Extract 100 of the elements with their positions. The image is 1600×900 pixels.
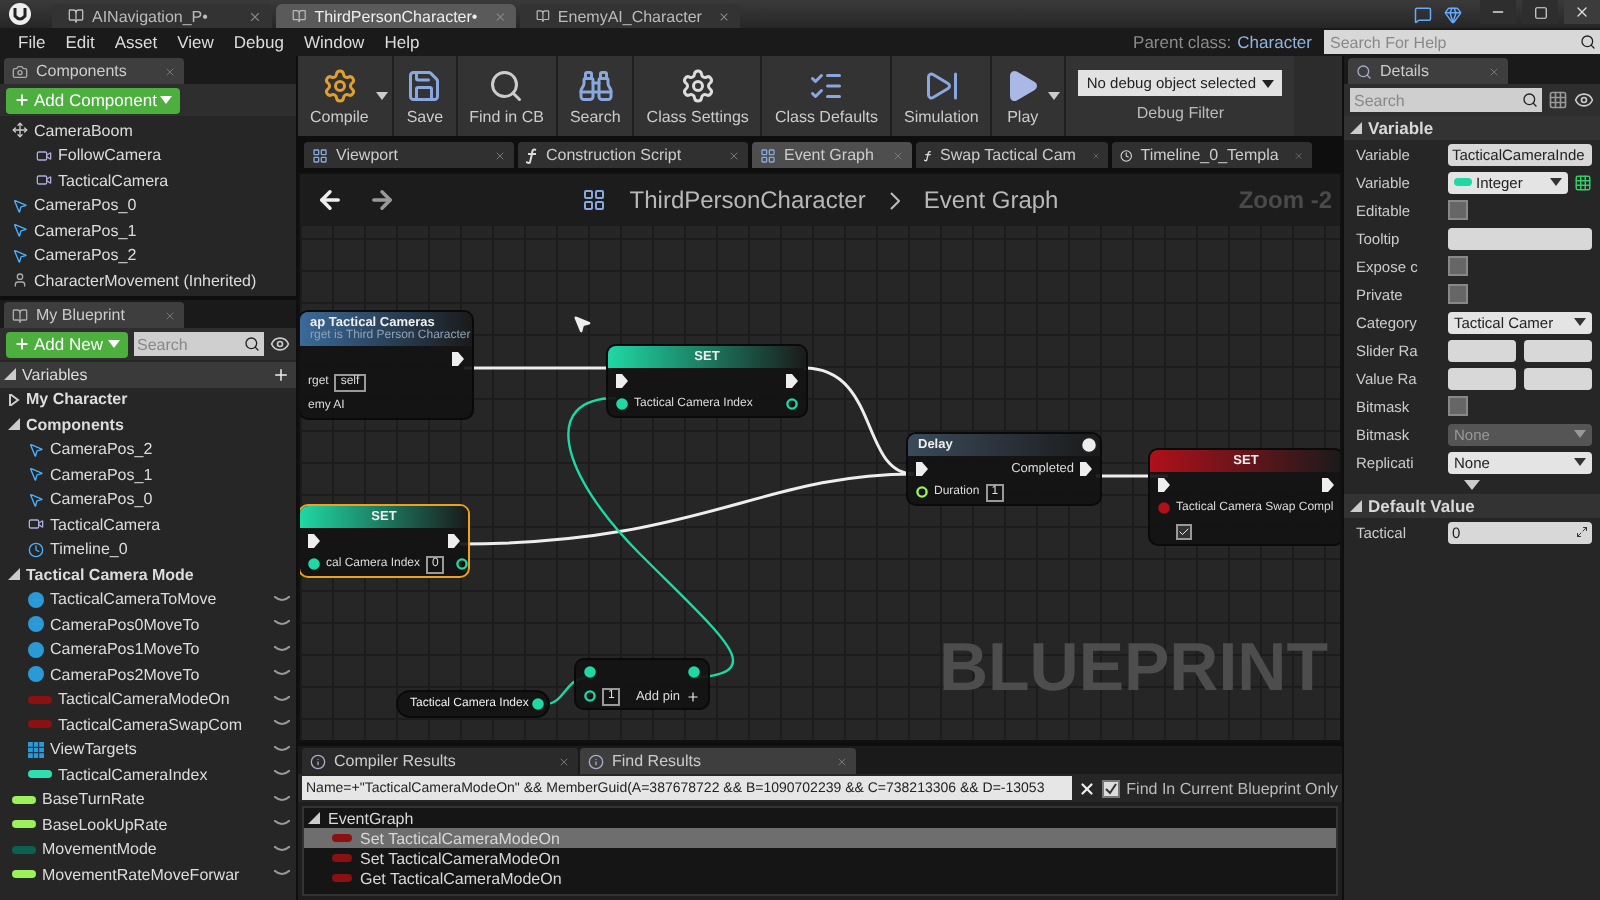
menu-item[interactable]: Debug: [223, 32, 294, 52]
max-field[interactable]: [1524, 367, 1592, 389]
eye-icon[interactable]: [270, 334, 290, 354]
variable-item[interactable]: ViewTargets: [0, 737, 296, 762]
panel-tab[interactable]: Compiler Results: [302, 748, 578, 774]
minimize-button[interactable]: [1480, 0, 1516, 24]
checkbox[interactable]: [1102, 779, 1121, 797]
help-search-field[interactable]: Search For Help: [1324, 30, 1600, 54]
checkbox[interactable]: [1448, 284, 1468, 304]
component-item[interactable]: CameraPos_2: [0, 243, 296, 268]
collapse-triangle-icon[interactable]: [308, 812, 320, 824]
menu-item[interactable]: Help: [374, 32, 430, 52]
variable-item[interactable]: TacticalCameraSwapCom: [0, 712, 296, 737]
menu-item[interactable]: View: [167, 32, 224, 52]
panel-tab[interactable]: Find Results: [580, 748, 856, 774]
collapse-triangle-icon[interactable]: [1350, 500, 1362, 512]
editor-tab[interactable]: Event Graph: [752, 142, 912, 168]
section-header[interactable]: Variable: [1344, 116, 1600, 140]
editor-tab[interactable]: Swap Tactical Cam: [916, 142, 1108, 168]
component-item[interactable]: CameraBoom: [0, 118, 296, 143]
menu-item[interactable]: Edit: [55, 32, 105, 52]
min-field[interactable]: [1448, 367, 1516, 389]
text-field[interactable]: [1448, 227, 1592, 249]
checkbox[interactable]: [1176, 524, 1192, 540]
close-icon[interactable]: [728, 149, 740, 161]
close-icon[interactable]: [1488, 65, 1500, 77]
menu-item[interactable]: File: [8, 32, 56, 52]
variable-item[interactable]: CameraPos1MoveTo: [0, 637, 296, 662]
breadcrumb-item[interactable]: ThirdPersonCharacter: [629, 186, 866, 214]
variable-item[interactable]: CameraPos0MoveTo: [0, 612, 296, 637]
close-icon[interactable]: [836, 755, 848, 767]
close-button[interactable]: [1564, 0, 1600, 24]
parent-class-link[interactable]: Character: [1237, 32, 1312, 52]
variable-item[interactable]: MovementRateMoveForwar: [0, 862, 296, 887]
max-field[interactable]: [1524, 339, 1592, 361]
component-item[interactable]: TacticalCamera: [0, 512, 296, 537]
collapse-triangle-icon[interactable]: [1350, 122, 1362, 134]
close-icon[interactable]: [248, 9, 262, 23]
section-header[interactable]: Default Value: [1344, 494, 1600, 518]
search-field[interactable]: Search: [1350, 88, 1542, 112]
gem-icon[interactable]: [1444, 5, 1462, 23]
result-item[interactable]: Get TacticalCameraModeOn: [304, 868, 1336, 888]
clear-icon[interactable]: [1078, 779, 1097, 797]
search-field[interactable]: Search: [133, 332, 264, 356]
editor-tab[interactable]: Construction Script: [518, 142, 748, 168]
component-item[interactable]: CharacterMovement (Inherited): [0, 268, 296, 293]
close-icon[interactable]: [558, 755, 570, 767]
document-tab[interactable]: EnemyAI_Character: [520, 4, 740, 28]
close-icon[interactable]: [717, 9, 730, 23]
category-item[interactable]: My Character: [0, 387, 296, 412]
result-group[interactable]: EventGraph: [304, 808, 1336, 828]
section-header[interactable]: Variables: [0, 362, 296, 387]
component-item[interactable]: CameraPos_2: [0, 437, 296, 462]
grid-icon[interactable]: [1574, 173, 1592, 191]
panel-tab[interactable]: My Blueprint: [4, 302, 184, 328]
result-item[interactable]: Set TacticalCameraModeOn: [304, 828, 1336, 848]
checkbox[interactable]: [1448, 396, 1468, 416]
checkbox[interactable]: [1448, 256, 1468, 276]
collapse-triangle-icon[interactable]: [4, 368, 16, 381]
plus-icon[interactable]: [686, 689, 700, 703]
variable-item[interactable]: BaseLookUpRate: [0, 812, 296, 837]
close-icon[interactable]: [494, 149, 506, 161]
variable-item[interactable]: TacticalCameraModeOn: [0, 687, 296, 712]
grid-icon[interactable]: [1548, 90, 1568, 110]
collapse-triangle-icon[interactable]: [8, 418, 20, 431]
category-item[interactable]: Tactical Camera Mode: [0, 562, 296, 587]
result-item[interactable]: Set TacticalCameraModeOn: [304, 848, 1336, 868]
variable-item[interactable]: BaseTurnRate: [0, 787, 296, 812]
menu-item[interactable]: Window: [293, 32, 375, 52]
plus-icon[interactable]: [272, 365, 290, 384]
checkbox[interactable]: [1448, 200, 1468, 220]
expand-triangle-icon[interactable]: [8, 393, 20, 406]
maximize-button[interactable]: [1522, 0, 1558, 24]
breadcrumb-item[interactable]: Event Graph: [923, 186, 1059, 214]
component-item[interactable]: Timeline_0: [0, 537, 296, 562]
component-item[interactable]: FollowCamera: [0, 143, 296, 168]
menu-item[interactable]: Asset: [104, 32, 168, 52]
min-field[interactable]: [1448, 339, 1516, 361]
chat-icon[interactable]: [1414, 5, 1432, 23]
document-tab[interactable]: ThirdPersonCharacter•: [276, 4, 516, 28]
editor-tab[interactable]: Timeline_0_Templa: [1112, 142, 1312, 168]
variable-item[interactable]: CameraPos2MoveTo: [0, 662, 296, 687]
component-item[interactable]: CameraPos_1: [0, 462, 296, 487]
component-item[interactable]: CameraPos_1: [0, 218, 296, 243]
close-icon[interactable]: [164, 65, 176, 77]
variable-item[interactable]: TacticalCameraToMove: [0, 587, 296, 612]
component-item[interactable]: CameraPos_0: [0, 487, 296, 512]
panel-tab[interactable]: Details: [1348, 58, 1508, 84]
variable-item[interactable]: TacticalCameraIndex: [0, 762, 296, 787]
editor-tab[interactable]: Viewport: [304, 142, 514, 168]
panel-tab[interactable]: Components: [4, 58, 184, 84]
component-item[interactable]: TacticalCamera: [0, 168, 296, 193]
category-item[interactable]: Components: [0, 412, 296, 437]
eye-icon[interactable]: [1574, 90, 1594, 110]
collapse-triangle-icon[interactable]: [8, 568, 20, 581]
expand-arrow-icon[interactable]: [1464, 480, 1480, 490]
component-item[interactable]: CameraPos_0: [0, 193, 296, 218]
close-icon[interactable]: [164, 309, 176, 321]
forward-arrow-icon[interactable]: [368, 186, 396, 214]
document-tab[interactable]: AINavigation_P•: [52, 4, 272, 28]
